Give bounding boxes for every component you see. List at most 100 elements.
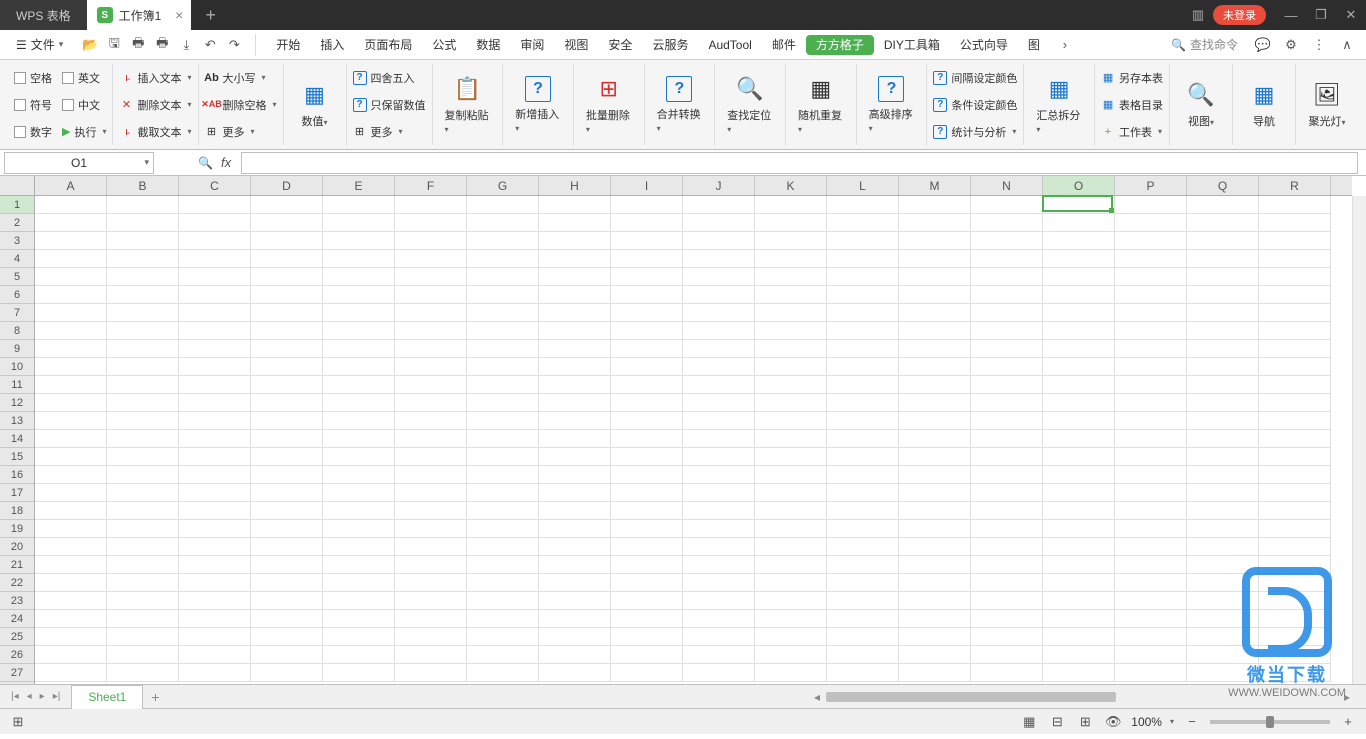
select-all-corner[interactable] — [0, 176, 35, 196]
condition-color-button[interactable]: ?条件设定颜色 — [933, 93, 1017, 117]
cell[interactable] — [539, 610, 611, 628]
cell[interactable] — [35, 376, 107, 394]
cell[interactable] — [395, 466, 467, 484]
cell[interactable] — [971, 430, 1043, 448]
keep-value-button[interactable]: ?只保留数值 — [353, 93, 426, 117]
cell[interactable] — [611, 448, 683, 466]
cell[interactable] — [35, 250, 107, 268]
cell[interactable] — [323, 286, 395, 304]
cell[interactable] — [323, 610, 395, 628]
round-button[interactable]: ?四舍五入 — [353, 66, 426, 90]
cell[interactable] — [35, 574, 107, 592]
add-sheet-button[interactable]: + — [143, 689, 167, 705]
cell[interactable] — [1259, 394, 1331, 412]
column-header[interactable]: Q — [1187, 176, 1259, 195]
cell[interactable] — [107, 664, 179, 682]
cell[interactable] — [1115, 538, 1187, 556]
print-icon[interactable]: 🖶 — [127, 34, 149, 56]
cell[interactable] — [971, 376, 1043, 394]
cell[interactable] — [1115, 376, 1187, 394]
cell[interactable] — [899, 664, 971, 682]
cell[interactable] — [899, 394, 971, 412]
export-icon[interactable]: ⤓ — [175, 34, 197, 56]
cell[interactable] — [107, 610, 179, 628]
row-header[interactable]: 5 — [0, 268, 34, 286]
cell[interactable] — [395, 538, 467, 556]
cell[interactable] — [395, 448, 467, 466]
cell[interactable] — [179, 340, 251, 358]
cell[interactable] — [467, 664, 539, 682]
cell[interactable] — [35, 340, 107, 358]
cell[interactable] — [179, 448, 251, 466]
cell[interactable] — [683, 430, 755, 448]
cell[interactable] — [179, 628, 251, 646]
cell[interactable] — [971, 232, 1043, 250]
cell[interactable] — [467, 268, 539, 286]
cell[interactable] — [755, 448, 827, 466]
minimize-button[interactable]: — — [1276, 0, 1306, 30]
cell[interactable] — [1115, 484, 1187, 502]
cell[interactable] — [1187, 538, 1259, 556]
cell[interactable] — [683, 358, 755, 376]
cell[interactable] — [827, 394, 899, 412]
cell[interactable] — [971, 412, 1043, 430]
cell[interactable] — [395, 304, 467, 322]
cell[interactable] — [251, 196, 323, 214]
cell[interactable] — [1259, 466, 1331, 484]
cell[interactable] — [467, 610, 539, 628]
cell[interactable] — [395, 484, 467, 502]
undo-icon[interactable]: ↶ — [199, 34, 221, 56]
cell[interactable] — [1043, 286, 1115, 304]
cell[interactable] — [179, 268, 251, 286]
cell[interactable] — [1187, 250, 1259, 268]
cell[interactable] — [467, 304, 539, 322]
cell[interactable] — [1259, 610, 1331, 628]
cell[interactable] — [35, 466, 107, 484]
cell[interactable] — [1187, 484, 1259, 502]
cell[interactable] — [179, 484, 251, 502]
cell[interactable] — [1043, 610, 1115, 628]
cell[interactable] — [683, 646, 755, 664]
cell[interactable] — [683, 448, 755, 466]
cell[interactable] — [1043, 214, 1115, 232]
cell[interactable] — [323, 196, 395, 214]
cell[interactable] — [1043, 502, 1115, 520]
cell[interactable] — [683, 574, 755, 592]
cell[interactable] — [899, 412, 971, 430]
cell[interactable] — [755, 232, 827, 250]
cell[interactable] — [323, 574, 395, 592]
cell[interactable] — [1043, 322, 1115, 340]
cell[interactable] — [179, 646, 251, 664]
cell[interactable] — [755, 322, 827, 340]
cell[interactable] — [899, 340, 971, 358]
cell[interactable] — [1259, 268, 1331, 286]
cell[interactable] — [899, 448, 971, 466]
cell[interactable] — [1187, 520, 1259, 538]
cell[interactable] — [1259, 430, 1331, 448]
cell[interactable] — [683, 466, 755, 484]
cell[interactable] — [1259, 340, 1331, 358]
save-sheet-button[interactable]: ▦另存本表 — [1101, 66, 1163, 90]
cell[interactable] — [1259, 304, 1331, 322]
menu-tab-11[interactable]: 方方格子 — [806, 35, 874, 55]
cell[interactable] — [971, 196, 1043, 214]
cell[interactable] — [827, 556, 899, 574]
cell[interactable] — [683, 340, 755, 358]
cell[interactable] — [251, 646, 323, 664]
cell[interactable] — [323, 322, 395, 340]
cell[interactable] — [323, 376, 395, 394]
cell[interactable] — [539, 502, 611, 520]
cell[interactable] — [827, 664, 899, 682]
cell[interactable] — [827, 412, 899, 430]
cell[interactable] — [1043, 556, 1115, 574]
cell[interactable] — [179, 556, 251, 574]
cell[interactable] — [467, 628, 539, 646]
cell[interactable] — [179, 286, 251, 304]
cell[interactable] — [971, 250, 1043, 268]
cell[interactable] — [35, 448, 107, 466]
cell[interactable] — [1115, 358, 1187, 376]
cell[interactable] — [323, 646, 395, 664]
cell[interactable] — [971, 610, 1043, 628]
cell[interactable] — [971, 502, 1043, 520]
cell[interactable] — [323, 592, 395, 610]
